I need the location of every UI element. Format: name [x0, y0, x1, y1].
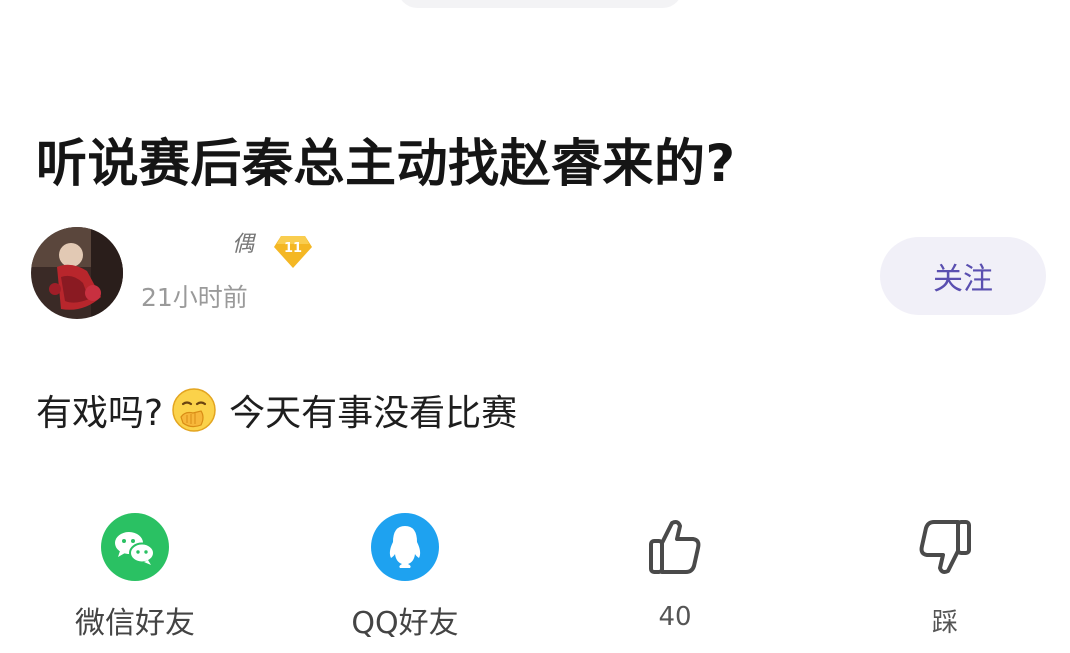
follow-button[interactable]: 关注 — [880, 237, 1046, 315]
share-qq-button[interactable]: QQ好友 — [305, 512, 505, 642]
like-count: 40 — [658, 602, 692, 632]
dislike-button[interactable]: 踩 — [845, 512, 1045, 639]
like-button[interactable]: 40 — [575, 512, 775, 632]
author-name[interactable]: 偶 — [232, 226, 254, 258]
dislike-label: 踩 — [931, 608, 958, 638]
share-wechat-button[interactable]: 微信好友 — [35, 512, 235, 642]
post-detail-page: 听说赛后秦总主动找赵睿来的? 偶 11 21小时前 关注 有戏吗? 今天有事没看… — [0, 0, 1070, 653]
post-content: 有戏吗? 今天有事没看比赛 — [36, 384, 517, 436]
follow-button-label: 关注 — [933, 262, 993, 297]
level-badge: 11 — [273, 234, 313, 270]
share-qq-label: QQ好友 — [351, 606, 459, 641]
post-time: 21小时前 — [141, 283, 248, 312]
thumbs-down-icon — [910, 512, 980, 582]
top-handle — [398, 0, 682, 8]
wechat-icon — [100, 512, 170, 582]
level-number: 11 — [283, 241, 303, 256]
content-text-after: 今天有事没看比赛 — [229, 393, 518, 434]
avatar[interactable] — [31, 227, 123, 319]
post-title: 听说赛后秦总主动找赵睿来的? — [36, 135, 736, 195]
content-text-before: 有戏吗? — [36, 393, 164, 434]
qq-icon — [370, 512, 440, 582]
thumbs-up-icon — [640, 512, 710, 582]
hand-over-mouth-emoji — [171, 387, 217, 433]
share-wechat-label: 微信好友 — [75, 606, 195, 641]
